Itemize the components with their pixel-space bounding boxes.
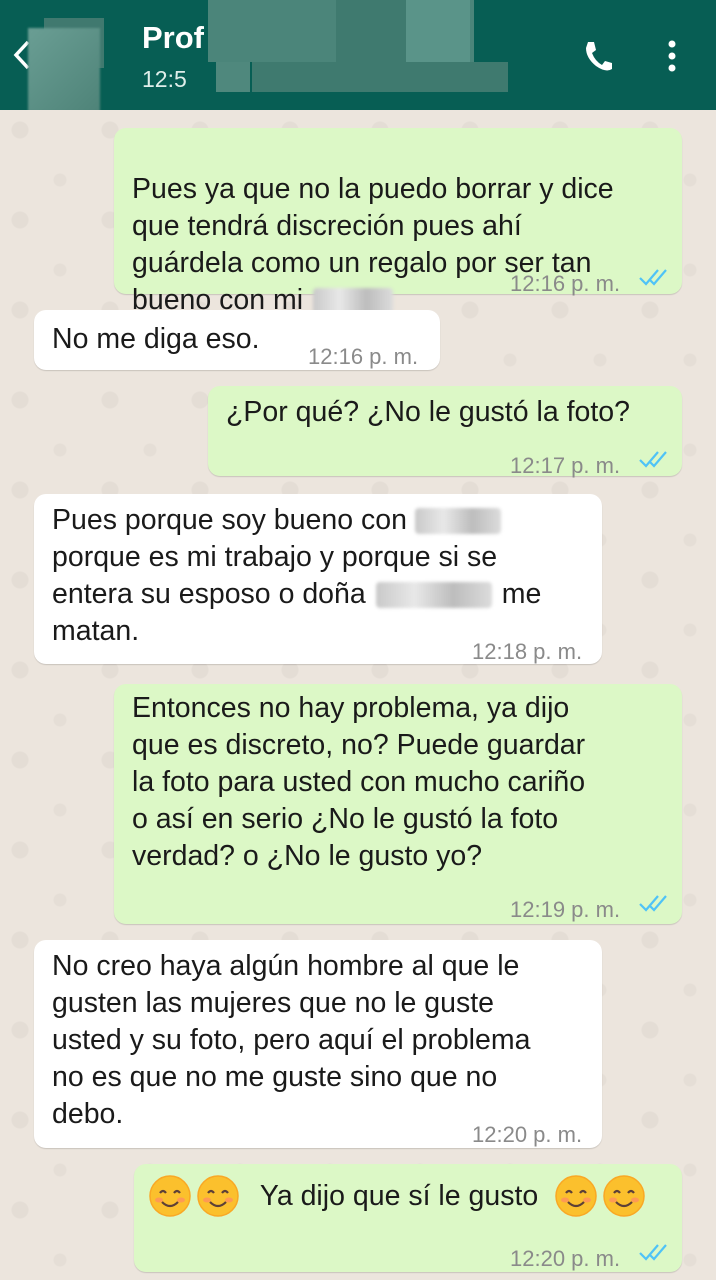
- message-time: 12:16 p. m.: [308, 344, 419, 369]
- incoming-message[interactable]: Pues porque soy bueno con porque es mi t…: [34, 494, 602, 664]
- outgoing-message[interactable]: Pues ya que no la puedo borrar y dice qu…: [114, 128, 682, 316]
- outgoing-message[interactable]: Ya dijo que sí le gusto 12:20 p. m.: [134, 1164, 682, 1272]
- incoming-message[interactable]: No creo haya algún hombre al que le gust…: [34, 940, 602, 1148]
- read-ticks-icon: [639, 1244, 667, 1261]
- read-ticks-icon: [639, 451, 667, 468]
- redacted-name: [414, 508, 501, 535]
- message-time: 12:18 p. m.: [472, 639, 583, 664]
- outgoing-message[interactable]: ¿Por qué? ¿No le gustó la foto? 12:17 p.…: [208, 386, 682, 478]
- name-censor: [406, 0, 470, 62]
- message-text: porque es mi trabajo y porque si se: [52, 541, 498, 573]
- message-time: 12:20 p. m.: [510, 1246, 621, 1271]
- message-text: ¿Por qué? ¿No le gustó la foto?: [226, 396, 630, 428]
- message-text: No creo haya algún hombre al que le gust…: [52, 950, 531, 1130]
- last-seen: 12:5: [142, 66, 187, 92]
- message-text: Ya dijo que sí le gusto: [259, 1179, 539, 1212]
- more-vertical-icon[interactable]: [664, 38, 680, 74]
- read-ticks-icon: [639, 269, 667, 286]
- message-time: 12:16 p. m.: [510, 271, 621, 296]
- read-ticks-icon: [639, 895, 667, 912]
- avatar[interactable]: [28, 28, 100, 112]
- smiling-face-emoji: [197, 1175, 239, 1217]
- status-censor: [216, 62, 250, 92]
- outgoing-message[interactable]: Entonces no hay problema, ya dijo que es…: [114, 684, 682, 924]
- message-text: No me diga eso.: [52, 323, 260, 355]
- smiling-face-emoji: [603, 1175, 645, 1217]
- chat-area: Pues ya que no la puedo borrar y dice qu…: [0, 110, 716, 1280]
- smiling-face-emoji: [555, 1175, 597, 1217]
- message-time: 12:17 p. m.: [510, 453, 621, 478]
- smiling-face-emoji: [149, 1175, 191, 1217]
- contact-name[interactable]: Prof: [142, 20, 204, 56]
- message-text: Pues porque soy bueno con: [52, 504, 407, 536]
- message-text: Entonces no hay problema, ya dijo que es…: [132, 692, 586, 872]
- redacted-name: [375, 582, 492, 609]
- message-time: 12:19 p. m.: [510, 897, 621, 922]
- chat-header: Prof 12:5: [0, 0, 716, 112]
- message-text: entera su esposo o doña: [52, 578, 366, 610]
- incoming-message[interactable]: No me diga eso. 12:16 p. m.: [34, 310, 440, 370]
- call-icon[interactable]: [582, 38, 612, 74]
- status-censor: [252, 62, 508, 92]
- message-time: 12:20 p. m.: [472, 1122, 583, 1147]
- message-text: me: [501, 578, 542, 610]
